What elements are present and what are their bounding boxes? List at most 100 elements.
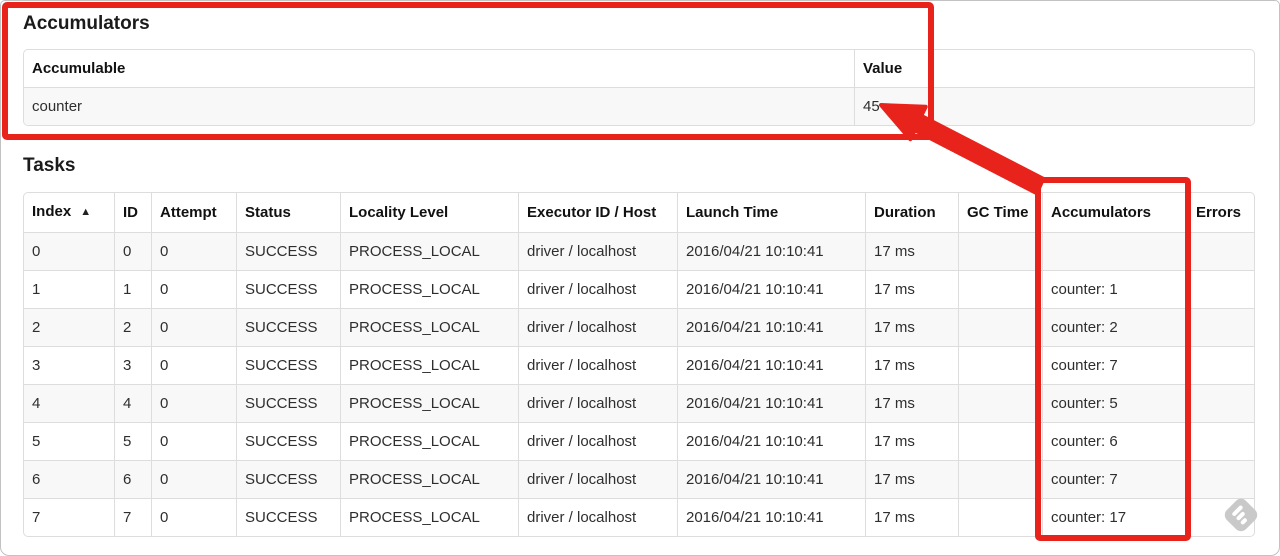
table-cell: 17 ms [865,384,958,422]
table-cell [958,346,1042,384]
column-header-launch-time[interactable]: Launch Time [677,193,865,232]
tasks-section-heading: Tasks [23,155,76,176]
table-cell: 1 [24,270,114,308]
table-cell: driver / localhost [518,384,677,422]
table-row: 0 0 0 SUCCESS PROCESS_LOCAL driver / localhos… [24,232,1254,270]
column-header-status[interactable]: Status [236,193,340,232]
table-cell [1187,498,1254,536]
column-header-index[interactable]: Index ▲ [24,193,114,232]
accumulators-table-body: counter 45 [24,87,1254,125]
table-cell: 0 [151,422,236,460]
table-cell: PROCESS_LOCAL [340,384,518,422]
table-cell [1187,384,1254,422]
page-content: Accumulators Accumulable Value counter 45 … [1,12,1279,537]
table-cell: driver / localhost [518,270,677,308]
table-row: 4 4 0 SUCCESS PROCESS_LOCAL driver / localhos… [24,384,1254,422]
table-cell: driver / localhost [518,232,677,270]
table-cell: counter: 6 [1042,422,1187,460]
table-cell: driver / localhost [518,308,677,346]
table-cell: counter [24,87,854,125]
table-cell [1042,232,1187,270]
spark-stage-detail-page: Accumulators Accumulable Value counter 45 … [0,0,1280,556]
table-cell: counter: 1 [1042,270,1187,308]
table-cell: 2 [114,308,151,346]
table-cell: driver / localhost [518,422,677,460]
accumulators-table-head: Accumulable Value [24,50,1254,87]
table-cell: driver / localhost [518,346,677,384]
table-cell [958,422,1042,460]
column-header-attempt[interactable]: Attempt [151,193,236,232]
table-cell [958,460,1042,498]
table-cell: 0 [114,232,151,270]
table-cell: counter: 7 [1042,346,1187,384]
table-cell [1187,232,1254,270]
column-header-value[interactable]: Value [854,50,1254,87]
table-cell: 2 [24,308,114,346]
table-cell: 17 ms [865,270,958,308]
table-cell: 2016/04/21 10:10:41 [677,498,865,536]
table-cell: 6 [114,460,151,498]
table-cell: counter: 2 [1042,308,1187,346]
table-cell: 4 [114,384,151,422]
table-cell [1187,422,1254,460]
table-cell [1187,270,1254,308]
sort-ascending-icon: ▲ [80,206,92,218]
table-row: 3 3 0 SUCCESS PROCESS_LOCAL driver / localhos… [24,346,1254,384]
table-cell: SUCCESS [236,308,340,346]
table-row: 1 1 0 SUCCESS PROCESS_LOCAL driver / localhos… [24,270,1254,308]
table-cell: SUCCESS [236,346,340,384]
table-cell: PROCESS_LOCAL [340,346,518,384]
table-cell: 17 ms [865,346,958,384]
table-cell [1187,308,1254,346]
table-cell: counter: 5 [1042,384,1187,422]
table-row: 2 2 0 SUCCESS PROCESS_LOCAL driver / localhos… [24,308,1254,346]
column-header-id[interactable]: ID [114,193,151,232]
table-cell: 3 [24,346,114,384]
table-cell: 7 [114,498,151,536]
accumulators-section-heading: Accumulators [23,13,150,34]
column-header-accumulators[interactable]: Accumulators [1042,193,1187,232]
table-cell: SUCCESS [236,384,340,422]
table-cell: 45 [854,87,1254,125]
tasks-table-body: 0 0 0 SUCCESS PROCESS_LOCAL driver / localhos… [24,232,1254,536]
table-row: 6 6 0 SUCCESS PROCESS_LOCAL driver / localhos… [24,460,1254,498]
tasks-table: Index ▲ ID Attempt Status Locality Level Execu… [23,192,1255,537]
table-cell: 2016/04/21 10:10:41 [677,384,865,422]
table-row: 5 5 0 SUCCESS PROCESS_LOCAL driver / localhos… [24,422,1254,460]
table-cell: 17 ms [865,232,958,270]
table-cell [958,384,1042,422]
table-cell: 2016/04/21 10:10:41 [677,232,865,270]
table-cell: 0 [151,232,236,270]
table-cell: SUCCESS [236,460,340,498]
table-cell: 0 [151,308,236,346]
table-cell: 17 ms [865,460,958,498]
table-cell: 0 [24,232,114,270]
table-cell: SUCCESS [236,498,340,536]
table-cell: 0 [151,346,236,384]
tasks-table-head: Index ▲ ID Attempt Status Locality Level Execu… [24,193,1254,232]
table-cell [958,270,1042,308]
column-header-locality-level[interactable]: Locality Level [340,193,518,232]
table-cell: 2016/04/21 10:10:41 [677,422,865,460]
column-header-gc-time[interactable]: GC Time [958,193,1042,232]
table-cell: SUCCESS [236,232,340,270]
tasks-header-row: Index ▲ ID Attempt Status Locality Level Execu… [24,193,1254,232]
table-cell: 17 ms [865,422,958,460]
table-cell: PROCESS_LOCAL [340,460,518,498]
table-cell: 0 [151,270,236,308]
table-cell: PROCESS_LOCAL [340,422,518,460]
column-header-accumulable[interactable]: Accumulable [24,50,854,87]
table-cell [1187,460,1254,498]
table-cell: counter: 7 [1042,460,1187,498]
table-cell: SUCCESS [236,270,340,308]
table-cell: 0 [151,498,236,536]
column-header-errors[interactable]: Errors [1187,193,1254,232]
table-cell: driver / localhost [518,460,677,498]
table-cell: 2016/04/21 10:10:41 [677,460,865,498]
table-cell: 3 [114,346,151,384]
column-header-duration[interactable]: Duration [865,193,958,232]
column-header-executor-id-host[interactable]: Executor ID / Host [518,193,677,232]
table-cell: 17 ms [865,498,958,536]
table-cell: 0 [151,384,236,422]
table-cell [958,498,1042,536]
